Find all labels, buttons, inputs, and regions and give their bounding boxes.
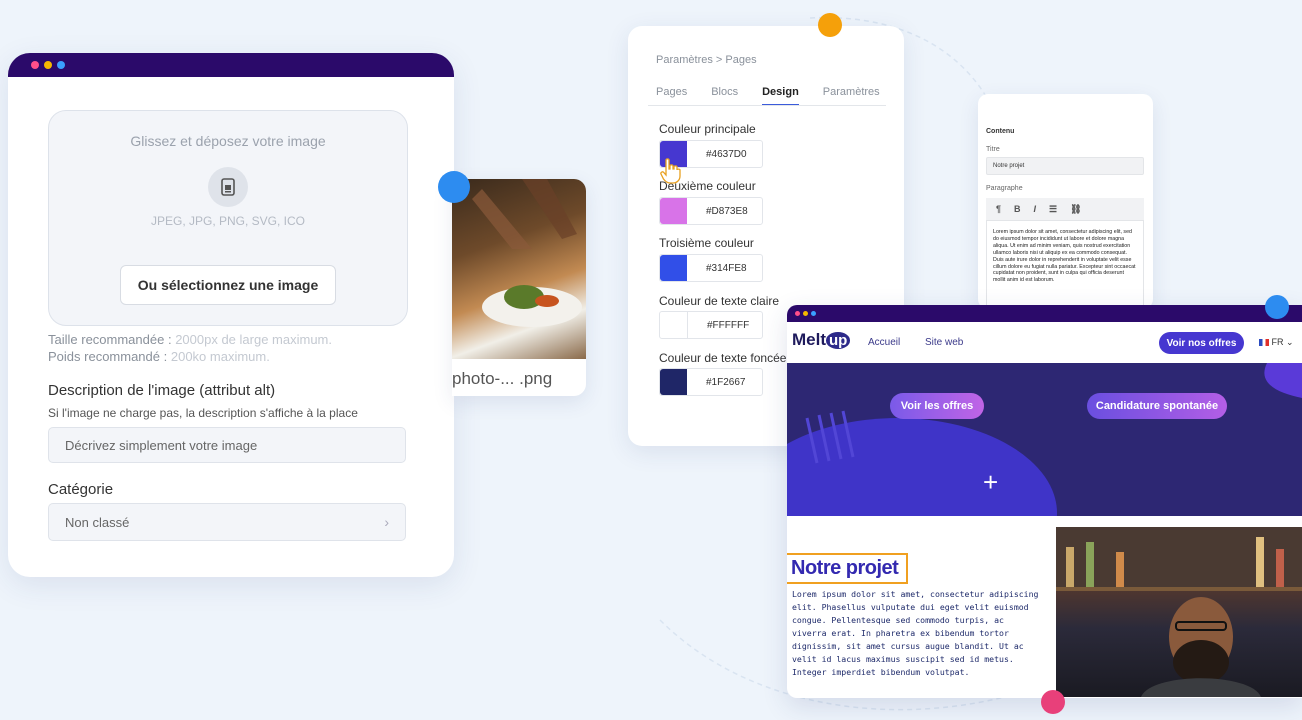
color-hex-light-text[interactable]: #FFFFFF xyxy=(707,320,749,331)
color-swatch-dark-text[interactable] xyxy=(660,369,687,395)
decor-dot-blue-small xyxy=(1265,295,1289,319)
color-label-primary: Couleur principale xyxy=(659,122,756,136)
image-upload-card: Glissez et déposez votre image JPEG, JPG… xyxy=(8,53,454,577)
color-swatch-light-text[interactable] xyxy=(660,312,688,338)
color-picker-tertiary[interactable]: #314FE8 xyxy=(659,254,763,282)
window-dot-red xyxy=(31,61,39,69)
editor-paragraph-label: Paragraphe xyxy=(986,185,1023,192)
bold-icon[interactable]: B xyxy=(1014,204,1021,214)
color-hex-dark-text[interactable]: #1F2667 xyxy=(706,377,745,388)
breadcrumb: Paramètres > Pages xyxy=(656,54,757,66)
site-logo[interactable]: Melt up xyxy=(792,330,851,350)
recommended-weight: Poids recommandé : 200ko maximum. xyxy=(48,349,270,364)
voir-nos-offres-button[interactable]: Voir nos offres xyxy=(1159,332,1244,354)
accepted-formats: JPEG, JPG, PNG, SVG, ICO xyxy=(150,214,306,228)
recommended-size: Taille recommandée : 2000px de large max… xyxy=(48,332,332,347)
decor-dot-pink xyxy=(1041,690,1065,714)
alt-field-title: Description de l'image (attribut alt) xyxy=(48,382,276,399)
tab-parametres[interactable]: Paramètres xyxy=(823,86,880,106)
category-select[interactable]: Non classé › xyxy=(48,503,406,541)
color-label-tertiary: Troisième couleur xyxy=(659,236,754,250)
project-text: Lorem ipsum dolor sit amet, consectetur … xyxy=(792,589,1039,677)
paragraph-icon[interactable]: ¶ xyxy=(996,204,1001,214)
color-label-light-text: Couleur de texte claire xyxy=(659,294,780,308)
chevron-down-icon: ⌄ xyxy=(1286,337,1294,347)
language-code: FR xyxy=(1271,337,1284,347)
decor-dot-blue xyxy=(438,171,470,203)
window-dot-blue xyxy=(811,311,816,316)
color-hex-secondary[interactable]: #D873E8 xyxy=(706,206,748,217)
site-navbar: Melt up Accueil Site web Voir nos offres … xyxy=(787,322,1302,363)
france-flag-icon xyxy=(1259,339,1269,347)
color-label-dark-text: Couleur de texte foncée xyxy=(659,351,787,365)
editor-toolbar: ¶ B I ☰ ⛓ xyxy=(986,198,1144,220)
content-editor-panel: Contenu Titre Notre projet Paragraphe ¶ … xyxy=(978,94,1153,309)
project-title[interactable]: Notre projet xyxy=(787,553,909,584)
food-photo-illustration xyxy=(472,179,582,327)
tab-design[interactable]: Design xyxy=(762,86,799,106)
nav-link-site-web[interactable]: Site web xyxy=(925,337,963,348)
plus-icon: + xyxy=(983,467,999,497)
window-titlebar xyxy=(8,53,454,77)
editor-paragraph-textarea[interactable]: Lorem ipsum dolor sit amet, consectetur … xyxy=(986,220,1144,309)
uploaded-photo-card: photo-... .png xyxy=(452,179,586,396)
hero-decoration xyxy=(787,363,1302,516)
category-value: Non classé xyxy=(65,514,130,530)
alt-field-help: Si l'image ne charge pas, la description… xyxy=(48,406,358,420)
color-hex-tertiary[interactable]: #314FE8 xyxy=(706,263,747,274)
select-image-button[interactable]: Ou sélectionnez une image xyxy=(120,265,336,305)
category-title: Catégorie xyxy=(48,481,114,498)
website-preview: Melt up Accueil Site web Voir nos offres … xyxy=(787,305,1302,698)
color-swatch-tertiary[interactable] xyxy=(660,255,687,281)
decor-dot-orange xyxy=(818,13,842,37)
editor-title-value: Notre projet xyxy=(993,163,1025,169)
alt-text-placeholder: Décrivez simplement votre image xyxy=(65,437,258,453)
list-icon[interactable]: ☰ xyxy=(1049,204,1057,215)
color-swatch-secondary[interactable] xyxy=(660,198,687,224)
color-picker-light-text[interactable]: #FFFFFF xyxy=(659,311,763,339)
alt-text-input[interactable]: Décrivez simplement votre image xyxy=(48,427,406,463)
hand-cursor-icon xyxy=(660,158,681,184)
image-dropzone[interactable]: Glissez et déposez votre image JPEG, JPG… xyxy=(48,110,408,326)
link-icon[interactable]: ⛓ xyxy=(1070,204,1081,215)
nav-link-accueil[interactable]: Accueil xyxy=(868,337,900,348)
color-picker-dark-text[interactable]: #1F2667 xyxy=(659,368,763,396)
window-dot-red xyxy=(795,311,800,316)
bar-portrait-illustration xyxy=(1056,527,1302,697)
editor-section-title: Contenu xyxy=(986,128,1015,135)
bar-portrait-photo xyxy=(1056,527,1302,697)
tabs-divider xyxy=(648,105,886,106)
window-dot-yellow xyxy=(44,61,52,69)
editor-title-label: Titre xyxy=(986,146,1000,153)
tab-pages[interactable]: Pages xyxy=(656,86,687,106)
tab-blocs[interactable]: Blocs xyxy=(711,86,738,106)
window-dot-yellow xyxy=(803,311,808,316)
dropzone-title: Glissez et déposez votre image xyxy=(130,133,326,149)
photo-filename: photo-... .png xyxy=(452,369,553,388)
settings-tabs: Pages Blocs Design Paramètres xyxy=(656,86,904,106)
file-image-icon xyxy=(208,167,248,207)
site-hero: Voir les offres Candidature spontanée + xyxy=(787,363,1302,516)
site-window-titlebar xyxy=(787,305,1302,322)
hero-candidature-button[interactable]: Candidature spontanée xyxy=(1087,393,1227,419)
food-photo xyxy=(452,179,586,359)
chevron-right-icon: › xyxy=(384,514,389,530)
language-selector[interactable]: FR ⌄ xyxy=(1259,337,1294,348)
window-dot-blue xyxy=(57,61,65,69)
color-picker-secondary[interactable]: #D873E8 xyxy=(659,197,763,225)
color-hex-primary[interactable]: #4637D0 xyxy=(706,149,747,160)
italic-icon[interactable]: I xyxy=(1034,204,1037,214)
editor-title-input[interactable]: Notre projet xyxy=(986,157,1144,175)
hero-voir-offres-button[interactable]: Voir les offres xyxy=(890,393,984,419)
